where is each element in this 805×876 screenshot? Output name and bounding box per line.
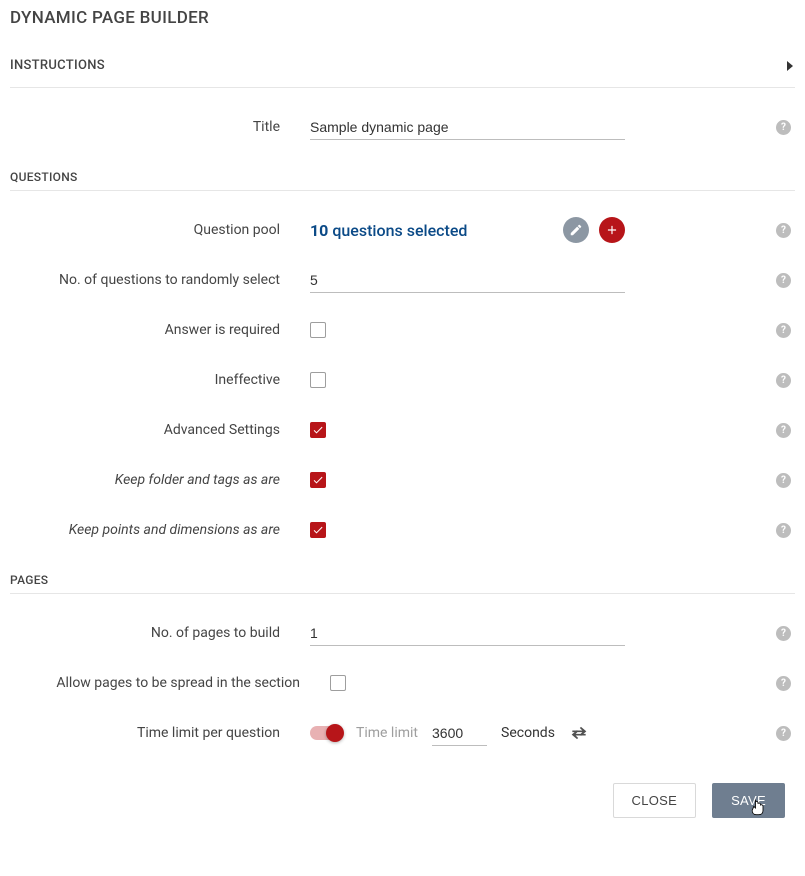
- answer-required-checkbox[interactable]: [310, 322, 326, 338]
- spread-checkbox[interactable]: [330, 675, 346, 691]
- edit-pool-button[interactable]: [563, 217, 589, 243]
- instructions-label: INSTRUCTIONS: [10, 58, 105, 73]
- title-label: Title: [10, 119, 310, 135]
- advanced-settings-checkbox[interactable]: [310, 422, 326, 438]
- question-pool-count: 10: [310, 221, 328, 240]
- pages-build-label: No. of pages to build: [10, 625, 310, 641]
- questions-group-label: QUESTIONS: [10, 170, 795, 184]
- divider: [10, 190, 795, 191]
- page-title: DYNAMIC PAGE BUILDER: [10, 8, 795, 28]
- question-pool-suffix: questions selected: [332, 221, 467, 240]
- divider: [10, 87, 795, 88]
- help-icon[interactable]: ?: [776, 223, 791, 238]
- check-icon: [312, 474, 324, 486]
- add-pool-button[interactable]: [599, 217, 625, 243]
- swap-icon[interactable]: [569, 726, 589, 740]
- keep-points-label: Keep points and dimensions as are: [10, 522, 310, 538]
- keep-folder-label: Keep folder and tags as are: [10, 472, 310, 488]
- help-icon[interactable]: ?: [776, 626, 791, 641]
- ineffective-checkbox[interactable]: [310, 372, 326, 388]
- timelimit-toggle[interactable]: [310, 726, 342, 740]
- help-icon[interactable]: ?: [776, 676, 791, 691]
- help-icon[interactable]: ?: [776, 726, 791, 741]
- answer-required-label: Answer is required: [10, 322, 310, 338]
- random-count-input[interactable]: [310, 268, 625, 293]
- random-count-label: No. of questions to randomly select: [10, 272, 310, 288]
- question-pool-summary: 10 questions selected: [310, 221, 553, 240]
- close-button[interactable]: CLOSE: [613, 783, 697, 818]
- help-icon[interactable]: ?: [776, 523, 791, 538]
- pencil-icon: [569, 223, 583, 237]
- divider: [10, 593, 795, 594]
- spread-label: Allow pages to be spread in the section: [10, 675, 330, 691]
- check-icon: [312, 424, 324, 436]
- help-icon[interactable]: ?: [776, 120, 791, 135]
- help-icon[interactable]: ?: [776, 423, 791, 438]
- help-icon[interactable]: ?: [776, 273, 791, 288]
- pages-build-input[interactable]: [310, 621, 625, 646]
- plus-icon: [605, 223, 619, 237]
- caret-right-icon: [785, 60, 795, 72]
- instructions-toggle[interactable]: INSTRUCTIONS: [10, 50, 795, 81]
- ineffective-label: Ineffective: [10, 372, 310, 388]
- save-button[interactable]: SAVE: [712, 783, 785, 818]
- title-input[interactable]: [310, 115, 625, 140]
- check-icon: [312, 524, 324, 536]
- keep-folder-checkbox[interactable]: [310, 472, 326, 488]
- timelimit-inner-label: Time limit: [356, 725, 418, 741]
- timelimit-label: Time limit per question: [10, 725, 310, 741]
- keep-points-checkbox[interactable]: [310, 522, 326, 538]
- question-pool-label: Question pool: [10, 222, 310, 238]
- advanced-settings-label: Advanced Settings: [10, 422, 310, 438]
- help-icon[interactable]: ?: [776, 473, 791, 488]
- timelimit-input[interactable]: [432, 721, 487, 746]
- help-icon[interactable]: ?: [776, 323, 791, 338]
- timelimit-unit-select[interactable]: Seconds: [501, 723, 555, 743]
- help-icon[interactable]: ?: [776, 373, 791, 388]
- pages-group-label: PAGES: [10, 573, 795, 587]
